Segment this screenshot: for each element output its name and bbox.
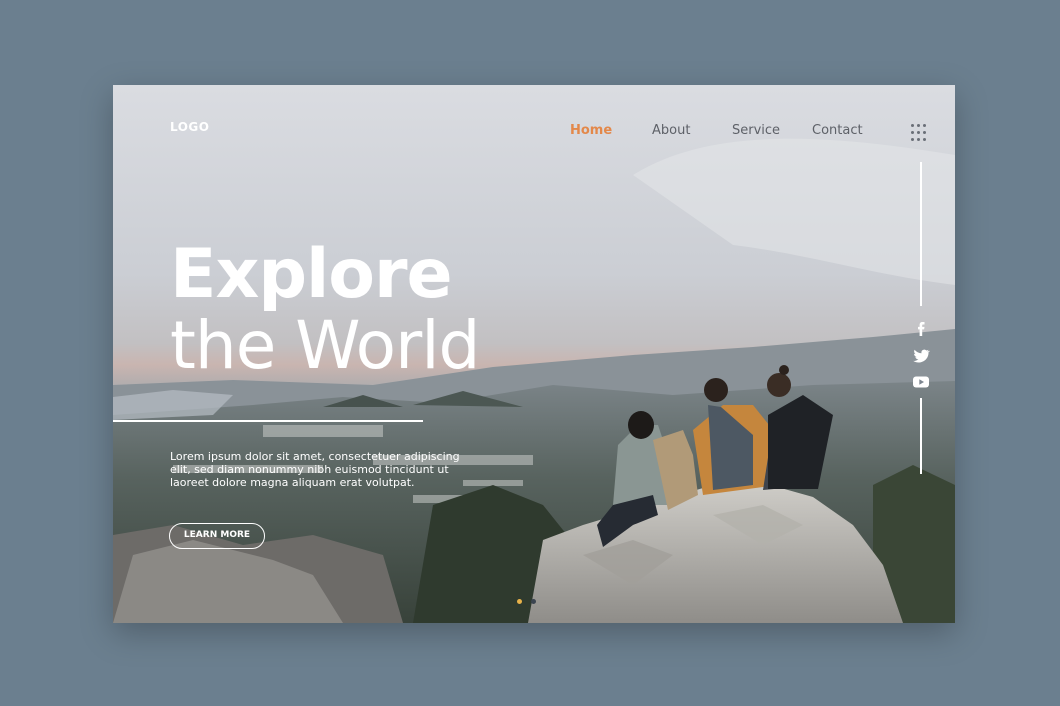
hero-description-line: Lorem ipsum dolor sit amet, consectetuer…: [170, 450, 460, 463]
hero-description: Lorem ipsum dolor sit amet, consectetuer…: [170, 450, 480, 489]
landing-page-frame: LOGO Home About Service Contact Explore …: [113, 85, 955, 623]
hero-description-line: laoreet dolore magna aliquam erat volutp…: [170, 476, 415, 489]
slider-dot-active[interactable]: [517, 599, 522, 604]
hero-description-line: elit, sed diam nonummy nibh euismod tinc…: [170, 463, 449, 476]
youtube-icon[interactable]: [911, 374, 931, 390]
hero-divider-line: [113, 420, 423, 422]
nav-contact[interactable]: Contact: [812, 123, 863, 138]
twitter-icon[interactable]: [911, 348, 931, 364]
logo[interactable]: LOGO: [170, 120, 209, 134]
facebook-icon[interactable]: [911, 321, 931, 337]
nav-service[interactable]: Service: [732, 123, 780, 138]
social-divider-bottom: [920, 398, 922, 474]
nav-about[interactable]: About: [652, 123, 690, 138]
hero-title-world: the World: [170, 307, 480, 384]
social-divider-top: [920, 162, 922, 306]
slider-dot[interactable]: [531, 599, 536, 604]
nav-home[interactable]: Home: [570, 123, 612, 138]
grid-dots-icon[interactable]: [911, 124, 929, 142]
hero-title-explore: Explore: [170, 235, 453, 314]
learn-more-button[interactable]: LEARN MORE: [169, 523, 265, 549]
